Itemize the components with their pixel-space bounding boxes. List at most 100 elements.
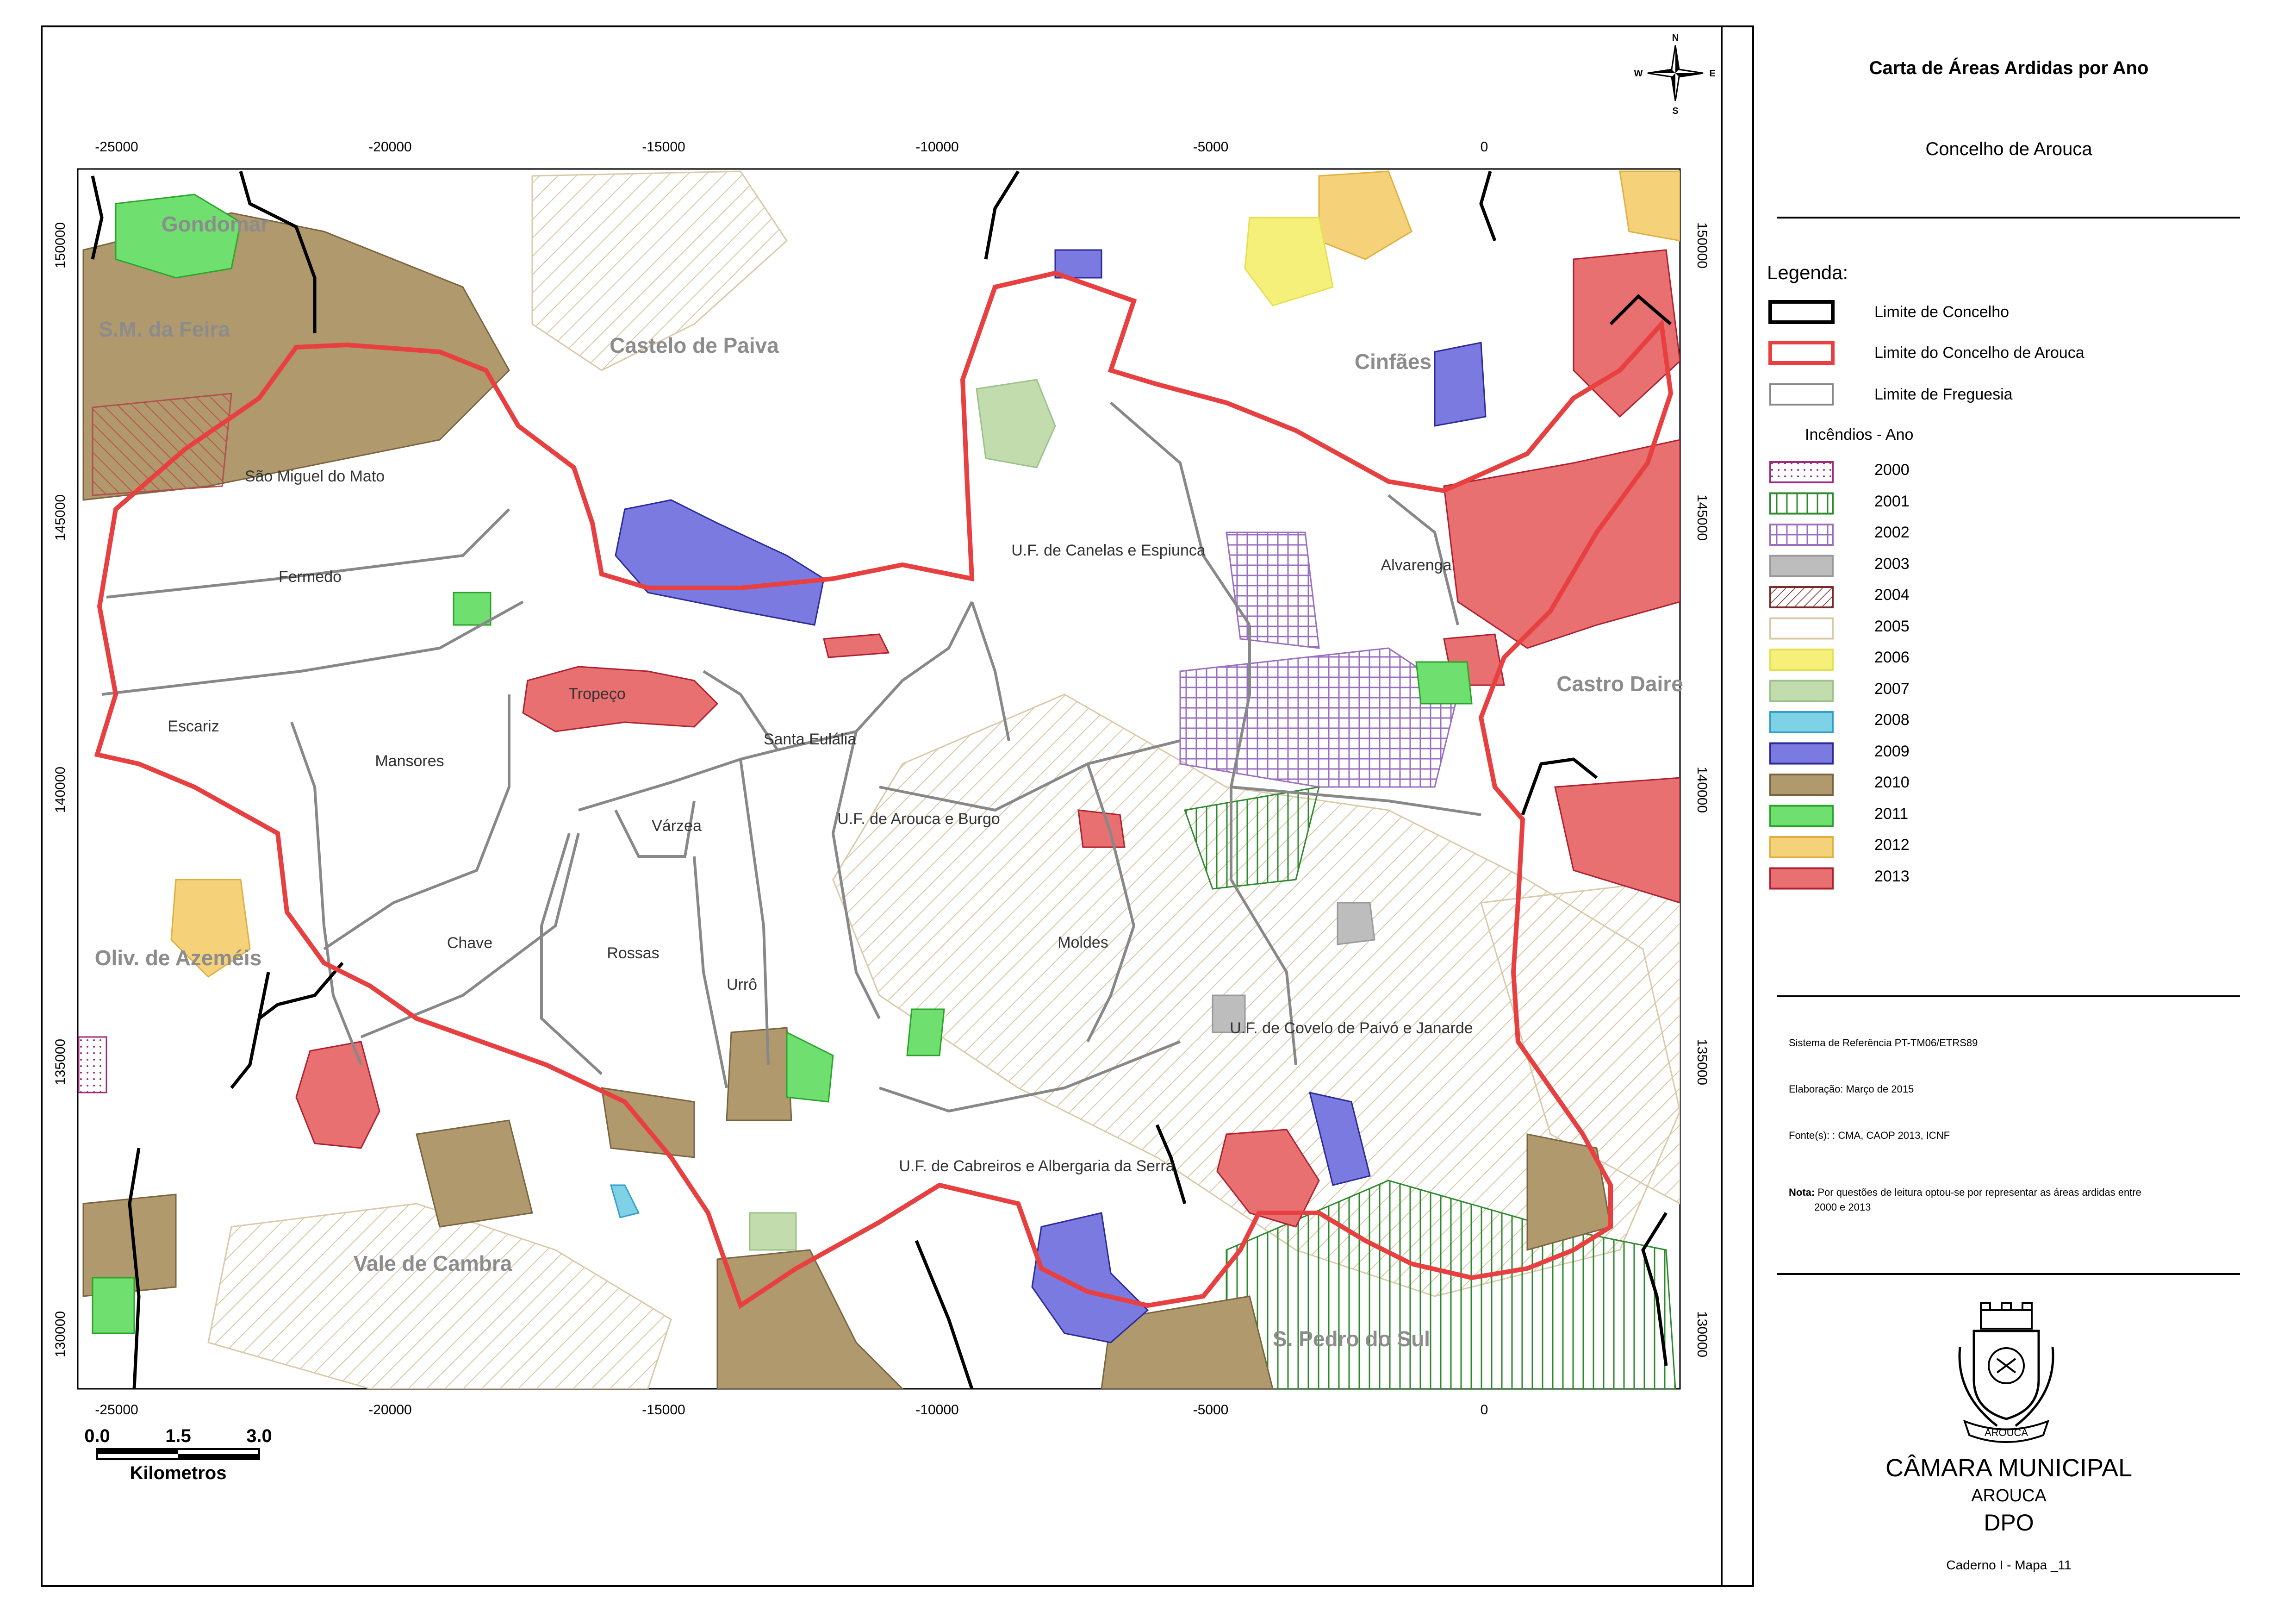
y-tick-left: 130000	[53, 1311, 68, 1357]
y-tick-left: 145000	[53, 494, 68, 541]
x-tick-top: -10000	[915, 139, 958, 155]
scale-tick: 0.0	[84, 1426, 110, 1446]
x-axis-bottom: -25000 -20000 -15000 -10000 -5000 0	[95, 1402, 1488, 1418]
fire-area-2012	[1619, 170, 1680, 242]
parish-label: U.F. de Arouca e Burgo	[837, 810, 1000, 828]
divider-3	[1777, 1273, 2240, 1275]
note-text-2: 2000 e 2013	[1814, 1201, 1871, 1213]
x-tick-top: -15000	[642, 139, 685, 155]
x-tick-bottom: -20000	[368, 1402, 411, 1418]
legend-panel: Carta de Áreas Ardidas por Ano Concelho …	[1722, 25, 2296, 1587]
scale-bar: 0.0 1.5 3.0 Kilometros	[84, 1426, 272, 1483]
legend-year-label: 2004	[1874, 586, 1910, 604]
legend-year-label: 2011	[1874, 805, 1909, 823]
fire-area-2002	[1179, 647, 1459, 788]
fire-area-2009	[1434, 342, 1487, 427]
data-source: Fonte(s): : CMA, CAOP 2013, ICNF	[1789, 1130, 1950, 1141]
fire-area-2013	[823, 633, 890, 658]
legend-year-label: 2001	[1874, 492, 1910, 510]
legend-year-label: 2005	[1874, 617, 1910, 635]
fire-area-2011	[92, 1277, 135, 1334]
legend-year-label: 2002	[1874, 524, 1910, 541]
fire-area-2003	[1337, 902, 1375, 945]
municipality-label: S.M. da Feira	[99, 317, 230, 341]
y-tick-right: 145000	[1694, 494, 1710, 541]
x-tick-top: -25000	[95, 139, 138, 155]
legend-header: Legenda:	[1767, 262, 1848, 283]
legend-year-label: 2010	[1874, 774, 1910, 791]
north-arrow: N S E W	[1634, 33, 1716, 116]
elaboration-date: Elaboração: Março de 2015	[1789, 1083, 1914, 1095]
x-tick-top: 0	[1481, 139, 1488, 155]
y-tick-left: 150000	[53, 222, 68, 269]
fire-area-2004	[92, 393, 232, 496]
y-axis-right: 150000 145000 140000 135000 130000	[1694, 222, 1710, 1357]
map-title: Carta de Áreas Ardidas por Ano	[1869, 58, 2149, 78]
legend-year-label: 2009	[1874, 742, 1910, 760]
legend-year-label: 2013	[1874, 867, 1910, 885]
divider-2	[1777, 995, 2240, 997]
fire-area-2002	[1226, 531, 1320, 649]
fire-area-2013	[1077, 809, 1126, 848]
reference-system: Sistema de Referência PT-TM06/ETRS89	[1789, 1037, 1978, 1049]
legend-year-label: 2007	[1874, 680, 1910, 698]
parish-label: Mansores	[375, 752, 444, 770]
east-label: E	[1709, 69, 1715, 79]
legend-fires-header: Incêndios - Ano	[1805, 426, 1914, 443]
scale-unit: Kilometros	[130, 1463, 227, 1483]
note-label: Nota:	[1789, 1187, 1815, 1198]
legend-year-label: 2000	[1874, 461, 1910, 479]
org-dept: DPO	[1984, 1510, 2034, 1536]
legend-year-label: 2008	[1874, 711, 1910, 729]
x-tick-top: -5000	[1193, 139, 1229, 155]
parish-label: Santa Eulália	[764, 731, 856, 748]
x-tick-bottom: 0	[1481, 1402, 1488, 1418]
legend-year-label: 2012	[1874, 836, 1910, 854]
parish-label: Urrô	[727, 976, 757, 993]
parish-label: Escariz	[168, 718, 219, 735]
parish-label: Alvarenga	[1381, 556, 1451, 574]
municipality-label: Vale de Cambra	[354, 1251, 512, 1275]
legend-label-arouca: Limite do Concelho de Arouca	[1874, 344, 2084, 362]
legend-year-label: 2003	[1874, 555, 1910, 573]
parish-label: Rossas	[607, 944, 659, 962]
fire-area-2007	[749, 1212, 797, 1251]
x-tick-bottom: -10000	[915, 1402, 958, 1418]
municipality-label: Oliv. de Azeméis	[95, 946, 261, 970]
x-axis-top: -25000 -20000 -15000 -10000 -5000 0	[95, 139, 1488, 155]
sheet-id: Caderno I - Mapa _11	[1946, 1558, 2072, 1572]
parish-label: Tropeço	[568, 685, 625, 703]
x-tick-bottom: -25000	[95, 1402, 138, 1418]
map-subtitle: Concelho de Arouca	[1925, 139, 2092, 159]
north-label: N	[1672, 33, 1679, 43]
divider-1	[1777, 217, 2240, 219]
note-text-1: Por questões de leitura optou-se por rep…	[1817, 1187, 2141, 1198]
parish-label: U.F. de Canelas e Espiunca	[1011, 542, 1206, 559]
parish-label: Chave	[447, 934, 492, 952]
org-town: AROUCA	[1971, 1486, 2047, 1505]
west-label: W	[1634, 69, 1643, 79]
x-tick-top: -20000	[368, 139, 411, 155]
x-tick-bottom: -5000	[1193, 1402, 1229, 1418]
x-tick-bottom: -15000	[642, 1402, 685, 1418]
parish-label: São Miguel do Mato	[245, 468, 385, 485]
municipality-label: Castelo de Paiva	[610, 333, 779, 357]
y-tick-left: 140000	[53, 767, 68, 813]
municipality-label: Cinfães	[1355, 350, 1431, 374]
parish-label: Moldes	[1058, 934, 1108, 951]
parish-label: U.F. de Covelo de Paivó e Janarde	[1230, 1019, 1473, 1037]
legend-label-freguesia: Limite de Freguesia	[1874, 386, 2013, 403]
fire-area-2000	[78, 1036, 107, 1093]
scale-tick: 1.5	[165, 1426, 191, 1446]
y-tick-right: 135000	[1694, 1039, 1710, 1085]
parish-label: Fermedo	[279, 568, 342, 586]
municipality-label: Castro Daire	[1556, 672, 1683, 696]
municipality-label: S. Pedro do Sul	[1273, 1327, 1430, 1351]
south-label: S	[1672, 106, 1678, 116]
parish-label: Várzea	[652, 817, 702, 835]
org-name: CÂMARA MUNICIPAL	[1885, 1454, 2133, 1482]
y-tick-right: 130000	[1694, 1311, 1710, 1357]
y-tick-left: 135000	[53, 1039, 68, 1085]
y-axis-left: 150000 145000 140000 135000 130000	[53, 222, 68, 1357]
y-tick-right: 150000	[1694, 222, 1710, 269]
